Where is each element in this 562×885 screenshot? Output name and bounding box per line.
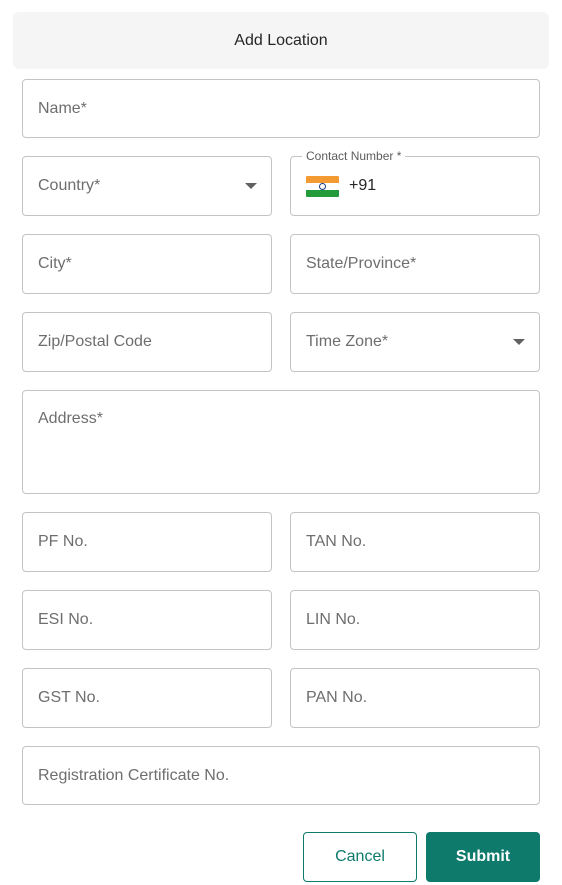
dialog-title: Add Location — [234, 31, 328, 49]
dialog-header: Add Location — [13, 12, 549, 69]
chevron-down-icon — [513, 339, 525, 345]
time-zone-select[interactable]: Time Zone* — [290, 312, 540, 372]
dial-code: +91 — [349, 177, 377, 194]
country-placeholder: Country* — [38, 177, 101, 194]
name-placeholder: Name* — [38, 100, 87, 117]
esi-number-field[interactable]: ESI No. — [22, 590, 272, 650]
pf-placeholder: PF No. — [38, 533, 88, 550]
name-field[interactable]: Name* — [22, 79, 540, 138]
state-placeholder: State/Province* — [306, 255, 417, 272]
contact-number-field[interactable]: Contact Number * +91 — [290, 149, 540, 216]
address-textarea[interactable]: Address* — [22, 390, 540, 494]
tan-placeholder: TAN No. — [306, 533, 367, 550]
registration-certificate-field[interactable]: Registration Certificate No. — [22, 746, 540, 805]
india-flag-icon[interactable] — [306, 176, 339, 197]
pan-placeholder: PAN No. — [306, 689, 368, 706]
pf-number-field[interactable]: PF No. — [22, 512, 272, 572]
chevron-down-icon — [245, 183, 257, 189]
zip-placeholder: Zip/Postal Code — [38, 333, 152, 350]
gst-number-field[interactable]: GST No. — [22, 668, 272, 728]
esi-placeholder: ESI No. — [38, 611, 94, 628]
cancel-button-label: Cancel — [335, 848, 385, 865]
city-placeholder: City* — [38, 255, 72, 272]
gst-placeholder: GST No. — [38, 689, 100, 706]
registration-placeholder: Registration Certificate No. — [38, 767, 230, 784]
address-placeholder: Address* — [38, 410, 103, 427]
pan-number-field[interactable]: PAN No. — [290, 668, 540, 728]
lin-placeholder: LIN No. — [306, 611, 361, 628]
tan-number-field[interactable]: TAN No. — [290, 512, 540, 572]
city-field[interactable]: City* — [22, 234, 272, 294]
cancel-button[interactable]: Cancel — [303, 832, 417, 882]
state-province-field[interactable]: State/Province* — [290, 234, 540, 294]
lin-number-field[interactable]: LIN No. — [290, 590, 540, 650]
submit-button[interactable]: Submit — [426, 832, 540, 882]
country-select[interactable]: Country* — [22, 156, 272, 216]
submit-button-label: Submit — [455, 848, 511, 865]
zip-postal-code-field[interactable]: Zip/Postal Code — [22, 312, 272, 372]
timezone-placeholder: Time Zone* — [306, 333, 389, 350]
